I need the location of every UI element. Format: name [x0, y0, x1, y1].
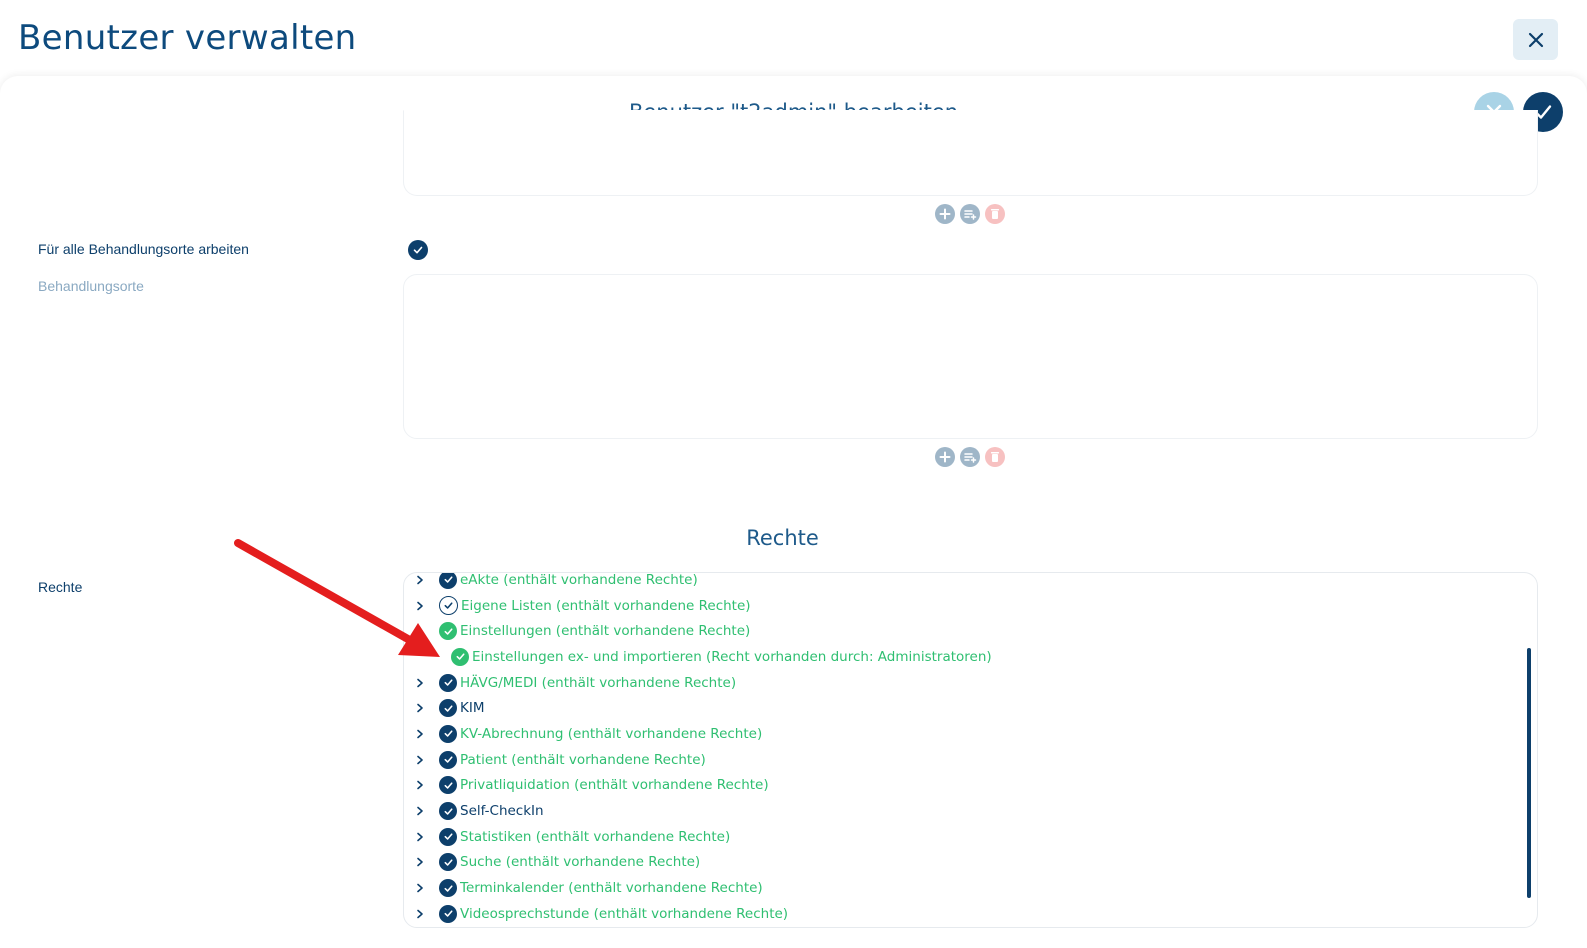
add-button[interactable]	[935, 204, 955, 224]
rights-tree-row[interactable]: Self-CheckIn	[404, 798, 1537, 824]
chevron-right-icon[interactable]	[414, 703, 426, 713]
rights-tree-label: Suche (enthält vorhandene Rechte)	[460, 854, 701, 871]
rights-tree-row[interactable]: Einstellungen (enthält vorhandene Rechte…	[404, 618, 1537, 644]
rights-tree-label: Self-CheckIn	[460, 803, 544, 820]
rights-tree-label: Videosprechstunde (enthält vorhandene Re…	[460, 905, 789, 922]
close-icon	[1528, 32, 1543, 47]
upper-list-box[interactable]	[403, 110, 1538, 196]
check-icon[interactable]	[439, 673, 457, 692]
chevron-right-icon[interactable]	[414, 806, 426, 816]
chevron-right-icon[interactable]	[414, 857, 426, 867]
rights-scrollbar[interactable]	[1527, 648, 1531, 898]
upper-list-toolbar	[935, 204, 1005, 224]
rights-tree-row[interactable]: Terminkalender (enthält vorhandene Recht…	[404, 875, 1537, 901]
check-icon[interactable]	[439, 724, 457, 743]
chevron-right-icon[interactable]	[414, 729, 426, 739]
list-add-icon	[963, 210, 976, 220]
add-location-button[interactable]	[935, 447, 955, 467]
rights-tree-row[interactable]: Statistiken (enthält vorhandene Rechte)	[404, 824, 1537, 850]
delete-location-button[interactable]	[985, 447, 1005, 467]
rights-tree-label: Einstellungen ex- und importieren (Recht…	[472, 648, 992, 665]
trash-icon	[991, 209, 999, 219]
rights-tree-row[interactable]: Einstellungen ex- und importieren (Recht…	[404, 644, 1537, 670]
rights-tree-label: Terminkalender (enthält vorhandene Recht…	[460, 880, 763, 897]
rights-tree-label: KIM	[460, 700, 485, 717]
plus-icon	[939, 451, 951, 463]
red-arrow-annotation	[234, 539, 440, 657]
close-dialog-button[interactable]	[1513, 19, 1558, 60]
rights-tree-label: HÄVG/MEDI (enthält vorhandene Rechte)	[460, 674, 737, 691]
chevron-right-icon[interactable]	[414, 909, 426, 919]
chevron-right-icon[interactable]	[414, 755, 426, 765]
all-locations-checkbox[interactable]	[408, 240, 428, 260]
rights-tree-label: Statistiken (enthält vorhandene Rechte)	[460, 828, 731, 845]
rights-tree-row[interactable]: KV-Abrechnung (enthält vorhandene Rechte…	[404, 721, 1537, 747]
plus-icon	[939, 208, 951, 220]
rights-tree-list: eAkte (enthält vorhandene Rechte) Eigene …	[404, 572, 1537, 927]
all-locations-label: Für alle Behandlungsorte arbeiten	[38, 241, 249, 257]
locations-toolbar	[935, 447, 1005, 467]
rights-tree-label: KV-Abrechnung (enthält vorhandene Rechte…	[460, 725, 763, 742]
trash-icon	[991, 452, 999, 462]
rights-tree-row[interactable]: Eigene Listen (enthält vorhandene Rechte…	[404, 593, 1537, 619]
rights-tree-row[interactable]: Videosprechstunde (enthält vorhandene Re…	[404, 901, 1537, 927]
rights-label: Rechte	[38, 579, 83, 595]
rights-tree-row[interactable]: HÄVG/MEDI (enthält vorhandene Rechte)	[404, 670, 1537, 696]
check-icon[interactable]	[439, 904, 457, 923]
locations-label: Behandlungsorte	[38, 278, 144, 294]
rights-tree-row[interactable]: Privatliquidation (enthält vorhandene Re…	[404, 773, 1537, 799]
list-add-icon	[963, 453, 976, 463]
chevron-right-icon[interactable]	[414, 883, 426, 893]
rights-tree-row[interactable]: Suche (enthält vorhandene Rechte)	[404, 850, 1537, 876]
rights-tree-label: Privatliquidation (enthält vorhandene Re…	[460, 777, 769, 794]
rights-tree-row[interactable]: Patient (enthält vorhandene Rechte)	[404, 747, 1537, 773]
locations-list-box[interactable]	[403, 274, 1538, 439]
rights-tree-label: Einstellungen (enthält vorhandene Rechte…	[460, 623, 751, 640]
check-icon[interactable]	[439, 776, 457, 795]
check-icon	[413, 246, 423, 254]
rights-tree-label: Patient (enthält vorhandene Rechte)	[460, 751, 706, 768]
chevron-right-icon[interactable]	[414, 832, 426, 842]
check-icon[interactable]	[439, 827, 457, 846]
rights-tree-label: eAkte (enthält vorhandene Rechte)	[460, 572, 698, 588]
check-icon[interactable]	[439, 750, 457, 769]
check-icon[interactable]	[439, 699, 457, 718]
check-icon[interactable]	[439, 853, 457, 872]
chevron-right-icon[interactable]	[414, 780, 426, 790]
check-icon[interactable]	[439, 879, 457, 898]
list-add-location-button[interactable]	[960, 447, 980, 467]
list-add-button[interactable]	[960, 204, 980, 224]
chevron-right-icon[interactable]	[414, 678, 426, 688]
rights-tree[interactable]: eAkte (enthält vorhandene Rechte) Eigene …	[403, 572, 1538, 928]
rights-tree-row[interactable]: eAkte (enthält vorhandene Rechte)	[404, 572, 1537, 593]
rights-tree-label: Eigene Listen (enthält vorhandene Rechte…	[461, 597, 751, 614]
page-title: Benutzer verwalten	[18, 18, 357, 58]
rights-tree-row[interactable]: KIM	[404, 695, 1537, 721]
check-icon[interactable]	[439, 802, 457, 821]
delete-button[interactable]	[985, 204, 1005, 224]
